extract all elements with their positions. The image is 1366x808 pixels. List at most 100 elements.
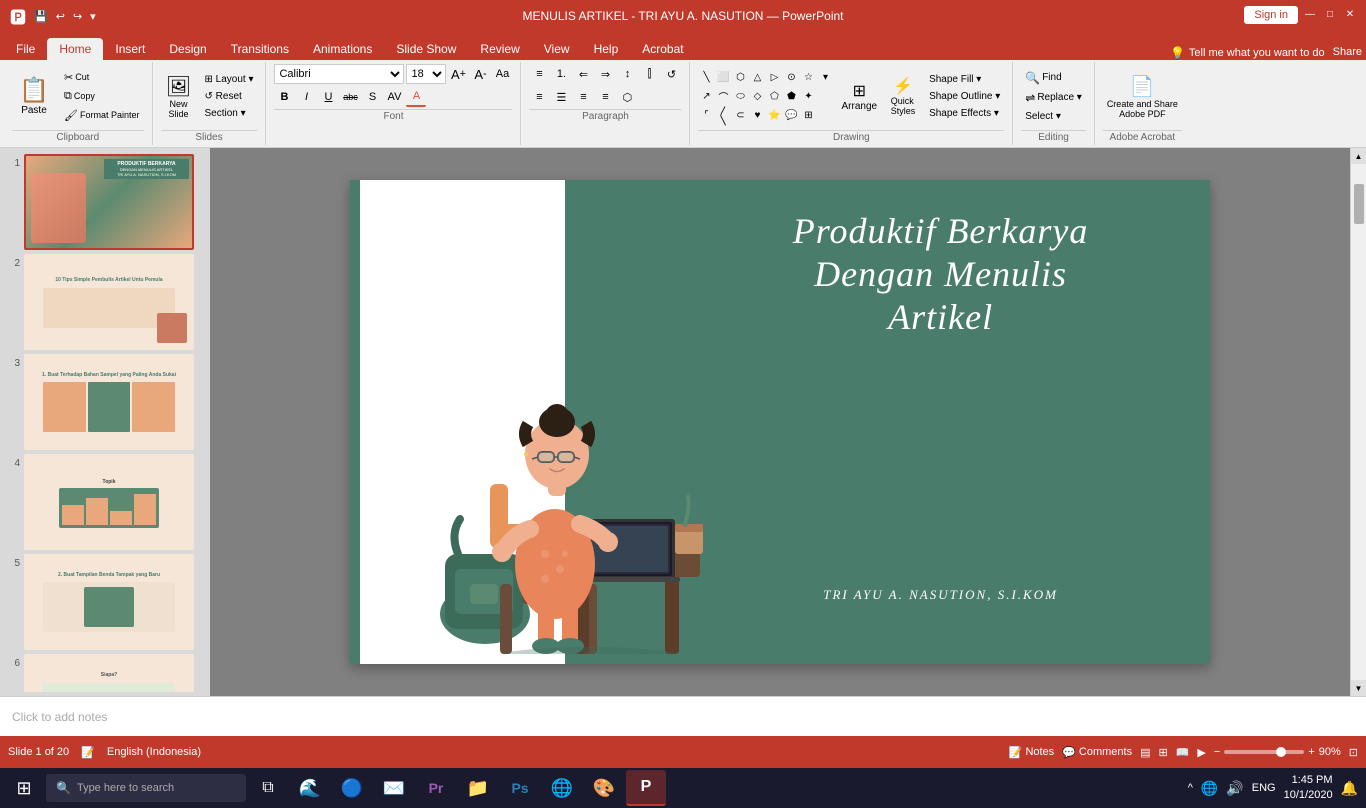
format-painter-button[interactable]: 🖌 Format Painter — [60, 107, 144, 124]
volume-icon[interactable]: 🔊 — [1226, 780, 1243, 797]
slide-thumb-6[interactable]: 6 Siapa? — [4, 652, 206, 692]
window-controls[interactable]: Sign in — □ ✕ — [1244, 6, 1358, 26]
view-reading-button[interactable]: 📖 — [1176, 746, 1190, 759]
shape-fill-button[interactable]: Shape Fill ▾ — [925, 72, 1004, 87]
title-left-icons[interactable]: 🅿 💾 ↩ ↪ ▾ — [8, 2, 98, 30]
taskbar-clock[interactable]: 1:45 PM 10/1/2020 — [1284, 773, 1333, 804]
tab-design[interactable]: Design — [157, 38, 218, 60]
zoom-out-button[interactable]: − — [1214, 746, 1220, 758]
shape-cell[interactable]: ♥ — [749, 106, 765, 124]
tab-transitions[interactable]: Transitions — [219, 38, 301, 60]
save-icon[interactable]: 💾 — [32, 8, 50, 25]
slide-thumb-5[interactable]: 5 2. Buat Tampilan Benda Tampak yang Bar… — [4, 552, 206, 652]
shape-cell[interactable]: △ — [749, 68, 765, 86]
align-center-button[interactable]: ☰ — [551, 87, 571, 107]
redo-icon[interactable]: ↪ — [71, 8, 84, 25]
undo-icon[interactable]: ↩ — [54, 8, 67, 25]
increase-indent-button[interactable]: ⇒ — [595, 64, 615, 84]
browser-button[interactable]: 🌐 — [542, 770, 582, 806]
shape-cell[interactable]: ⬡ — [732, 68, 748, 86]
slide-image-6[interactable]: Siapa? — [24, 654, 194, 692]
char-spacing-button[interactable]: AV — [384, 87, 404, 107]
slide-thumb-1[interactable]: 1 PRODUKTIF BERKARYA DENGAN MENULIS ARTI… — [4, 152, 206, 252]
powerpoint-taskbar-button[interactable]: P — [626, 770, 666, 806]
tab-insert[interactable]: Insert — [103, 38, 157, 60]
font-family-select[interactable]: Calibri — [274, 64, 404, 84]
grow-font-button[interactable]: A+ — [448, 64, 468, 84]
zoom-in-button[interactable]: + — [1308, 746, 1314, 758]
mail-button[interactable]: ✉️ — [374, 770, 414, 806]
line-spacing-button[interactable]: ↕ — [617, 64, 637, 84]
shape-cell[interactable]: 〱 — [715, 106, 731, 124]
shape-cell[interactable] — [817, 106, 833, 124]
new-slide-button[interactable]: 🖼 NewSlide — [161, 68, 197, 124]
tab-home[interactable]: Home — [47, 38, 103, 60]
photoshop-button[interactable]: Ps — [500, 770, 540, 806]
bold-button[interactable]: B — [274, 87, 294, 107]
shape-cell[interactable]: ⬜ — [715, 68, 731, 86]
shape-cell[interactable]: ◇ — [749, 87, 765, 105]
shape-cell[interactable]: ╲ — [698, 68, 714, 86]
system-tray-up-arrow[interactable]: ^ — [1188, 782, 1193, 794]
align-left-button[interactable]: ≡ — [529, 87, 549, 107]
section-button[interactable]: Section ▾ — [201, 106, 258, 121]
align-right-button[interactable]: ≡ — [573, 87, 593, 107]
language-icon[interactable]: ENG — [1252, 782, 1276, 794]
view-presenter-button[interactable]: ▶ — [1197, 746, 1205, 759]
shape-cell[interactable]: ⊙ — [783, 68, 799, 86]
minimize-button[interactable]: — — [1302, 6, 1318, 22]
find-button[interactable]: 🔍 Find — [1021, 69, 1086, 87]
tab-review[interactable]: Review — [468, 38, 531, 60]
clear-format-button[interactable]: Aa — [492, 64, 512, 84]
justify-button[interactable]: ≡ — [595, 87, 615, 107]
scroll-track[interactable] — [1351, 164, 1366, 680]
slide-image-1[interactable]: PRODUKTIF BERKARYA DENGAN MENULIS ARTIKE… — [24, 154, 194, 250]
scroll-down-arrow[interactable]: ▼ — [1351, 680, 1366, 696]
view-slide-sorter-button[interactable]: ⊞ — [1158, 746, 1167, 759]
tab-slideshow[interactable]: Slide Show — [384, 38, 468, 60]
paint-button[interactable]: 🎨 — [584, 770, 624, 806]
select-button[interactable]: Select ▾ — [1021, 109, 1086, 124]
sign-in-button[interactable]: Sign in — [1244, 6, 1298, 24]
create-pdf-button[interactable]: 📄 Create and ShareAdobe PDF — [1103, 68, 1182, 124]
shape-cell[interactable]: ↗ — [698, 87, 714, 105]
slide-image-5[interactable]: 2. Buat Tampilan Benda Tampak yang Baru — [24, 554, 194, 650]
slide-thumb-2[interactable]: 2 10 Tips Simple Pembulis Artikel Untu P… — [4, 252, 206, 352]
taskbar-search-area[interactable]: 🔍 Type here to search — [46, 774, 246, 802]
shrink-font-button[interactable]: A- — [470, 64, 490, 84]
tab-help[interactable]: Help — [582, 38, 631, 60]
reset-button[interactable]: ↺ Reset — [201, 89, 258, 104]
comments-button[interactable]: 💬 Comments — [1062, 746, 1132, 759]
replace-button[interactable]: ⇌ Replace ▾ — [1021, 89, 1086, 107]
underline-button[interactable]: U — [318, 87, 338, 107]
paste-button[interactable]: 📋 Paste — [12, 68, 56, 124]
scroll-thumb[interactable] — [1354, 184, 1364, 224]
main-slide[interactable]: Produktif Berkarya dengan Menulis Artike… — [350, 180, 1210, 664]
shape-cell[interactable]: ⊞ — [800, 106, 816, 124]
shape-cell[interactable]: ⬟ — [783, 87, 799, 105]
fit-slide-button[interactable]: ⊡ — [1349, 746, 1358, 759]
slide-image-4[interactable]: Topik — [24, 454, 194, 550]
smart-art-button[interactable]: ⬡ — [617, 87, 637, 107]
slide-thumb-4[interactable]: 4 Topik — [4, 452, 206, 552]
text-direction-button[interactable]: ↺ — [661, 64, 681, 84]
font-color-button[interactable]: A — [406, 87, 426, 107]
slide-thumb-3[interactable]: 3 1. Buat Terhadap Bahan Sampel yang Pal… — [4, 352, 206, 452]
notes-button[interactable]: 📝 Notes — [1009, 746, 1054, 759]
layout-button[interactable]: ⊞ Layout ▾ — [201, 72, 258, 87]
tab-view[interactable]: View — [532, 38, 582, 60]
notification-icon[interactable]: 🔔 — [1341, 780, 1358, 797]
close-button[interactable]: ✕ — [1342, 6, 1358, 22]
numbering-button[interactable]: 1. — [551, 64, 571, 84]
tab-animations[interactable]: Animations — [301, 38, 384, 60]
cut-button[interactable]: ✂ Cut — [60, 69, 144, 86]
bullets-button[interactable]: ≡ — [529, 64, 549, 84]
arrange-button[interactable]: ⊞ Arrange — [837, 68, 881, 124]
shape-cell[interactable]: ⌜ — [698, 106, 714, 124]
chrome-button[interactable]: 🔵 — [332, 770, 372, 806]
tell-me-area[interactable]: 💡 Tell me what you want to do — [1170, 46, 1325, 60]
spell-check-icon[interactable]: 📝 — [81, 746, 95, 759]
shape-cell[interactable]: ▷ — [766, 68, 782, 86]
share-button[interactable]: Share — [1333, 46, 1362, 58]
shapes-more-button[interactable]: ▾ — [817, 68, 833, 86]
